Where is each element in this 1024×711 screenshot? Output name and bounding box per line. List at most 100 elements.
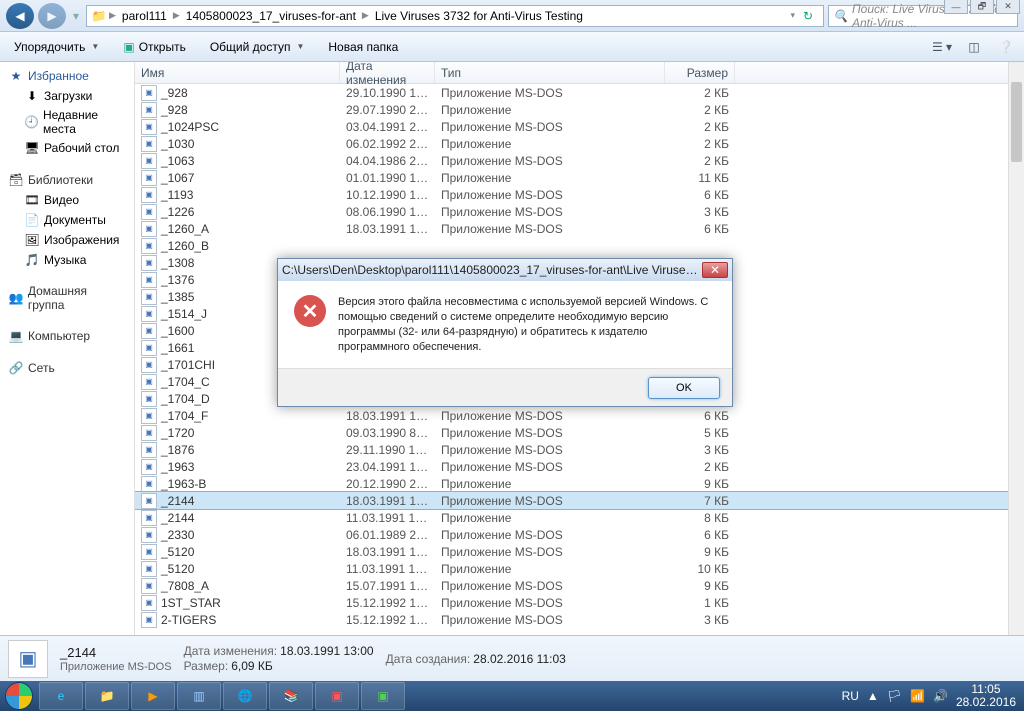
file-row[interactable]: ▣_187629.11.1990 18:53Приложение MS-DOS3… bbox=[135, 441, 1024, 458]
file-row[interactable]: ▣_122608.06.1990 10:36Приложение MS-DOS3… bbox=[135, 203, 1024, 220]
start-button[interactable] bbox=[0, 681, 38, 711]
open-button[interactable]: ▣Открыть bbox=[115, 37, 193, 57]
sidebar-item-music[interactable]: 🎵Музыка bbox=[0, 250, 134, 270]
sidebar-item-documents[interactable]: 📄Документы bbox=[0, 210, 134, 230]
downloads-icon: ⬇ bbox=[24, 88, 40, 104]
crumb-parol111[interactable]: parol111 bbox=[118, 9, 171, 23]
tray-lang[interactable]: RU bbox=[842, 689, 859, 703]
file-name: _1063 bbox=[161, 154, 194, 168]
file-type: Приложение MS-DOS bbox=[435, 426, 665, 440]
maximize-button[interactable]: 🗗 bbox=[970, 0, 994, 14]
file-row[interactable]: ▣_1260_B bbox=[135, 237, 1024, 254]
organize-button[interactable]: Упорядочить▼ bbox=[6, 37, 107, 57]
column-name[interactable]: Имя bbox=[135, 62, 340, 83]
file-name: _1193 bbox=[161, 188, 193, 202]
column-type[interactable]: Тип bbox=[435, 62, 665, 83]
nav-history-dropdown[interactable]: ▾ bbox=[70, 3, 82, 29]
file-row[interactable]: ▣_196323.04.1991 19:27Приложение MS-DOS2… bbox=[135, 458, 1024, 475]
back-button[interactable]: ◀ bbox=[6, 3, 34, 29]
tray-volume-icon[interactable]: 🔊 bbox=[933, 689, 948, 703]
exe-icon: ▣ bbox=[141, 357, 157, 373]
ok-button[interactable]: OK bbox=[648, 377, 720, 399]
refresh-button[interactable]: ↻ bbox=[797, 9, 819, 23]
file-row[interactable]: ▣_214411.03.1991 13:00Приложение8 КБ bbox=[135, 509, 1024, 526]
file-row[interactable]: ▣_92829.07.1990 20:23Приложение2 КБ bbox=[135, 101, 1024, 118]
scrollbar-thumb[interactable] bbox=[1011, 82, 1022, 162]
file-row[interactable]: ▣_1024PSC03.04.1991 20:04Приложение MS-D… bbox=[135, 118, 1024, 135]
computer-icon: 💻 bbox=[8, 328, 24, 344]
taskbar-ie[interactable]: e bbox=[39, 682, 83, 710]
exe-icon: ▣ bbox=[141, 85, 157, 101]
crumb-live-viruses[interactable]: Live Viruses 3732 for Anti-Virus Testing bbox=[371, 9, 587, 23]
view-options-button[interactable]: ☰ ▾ bbox=[930, 35, 954, 59]
file-row[interactable]: ▣_103006.02.1992 21:03Приложение2 КБ bbox=[135, 135, 1024, 152]
column-date[interactable]: Дата изменения bbox=[340, 62, 435, 83]
forward-button[interactable]: ▶ bbox=[38, 3, 66, 29]
minimize-button[interactable]: — bbox=[944, 0, 968, 14]
file-row[interactable]: ▣_92829.10.1990 12:24Приложение MS-DOS2 … bbox=[135, 84, 1024, 101]
exe-icon: ▣ bbox=[141, 561, 157, 577]
help-button[interactable]: ❔ bbox=[994, 35, 1018, 59]
file-name: _1024PSC bbox=[161, 120, 219, 134]
file-row[interactable]: ▣_233006.01.1989 20:27Приложение MS-DOS6… bbox=[135, 526, 1024, 543]
crumb-archive[interactable]: 1405800023_17_viruses-for-ant bbox=[182, 9, 360, 23]
sidebar-item-recent[interactable]: 🕘Недавние места bbox=[0, 106, 134, 138]
preview-pane-button[interactable]: ◫ bbox=[962, 35, 986, 59]
file-row[interactable]: ▣_1260_A18.03.1991 13:01Приложение MS-DO… bbox=[135, 220, 1024, 237]
app-icon: ▣ bbox=[331, 689, 342, 703]
file-size: 9 КБ bbox=[665, 477, 735, 491]
file-size: 3 КБ bbox=[665, 613, 735, 627]
file-row[interactable]: ▣_1704_F18.03.1991 13:00Приложение MS-DO… bbox=[135, 407, 1024, 424]
tray-network-icon[interactable]: 📶 bbox=[910, 689, 925, 703]
close-window-button[interactable]: ✕ bbox=[996, 0, 1020, 14]
file-row[interactable]: ▣_1963-B20.12.1990 22:20Приложение9 КБ bbox=[135, 475, 1024, 492]
taskbar-app1[interactable]: ▥ bbox=[177, 682, 221, 710]
breadcrumb[interactable]: 📁 ▶ parol111▶ 1405800023_17_viruses-for-… bbox=[86, 5, 824, 27]
file-row[interactable]: ▣_119310.12.1990 10:25Приложение MS-DOS6… bbox=[135, 186, 1024, 203]
file-row[interactable]: ▣_512011.03.1991 13:00Приложение10 КБ bbox=[135, 560, 1024, 577]
scrollbar[interactable] bbox=[1008, 62, 1024, 635]
file-type: Приложение bbox=[435, 477, 665, 491]
folder-icon: 📁 bbox=[91, 8, 107, 24]
tray-chevron-icon[interactable]: ▲ bbox=[867, 689, 879, 703]
file-row[interactable]: ▣1ST_STAR15.12.1992 14:11Приложение MS-D… bbox=[135, 594, 1024, 611]
desktop-icon: 🖥 bbox=[24, 140, 40, 156]
tray-flag-icon[interactable]: 🏳 bbox=[887, 689, 902, 703]
sidebar-item-desktop[interactable]: 🖥Рабочий стол bbox=[0, 138, 134, 158]
app-icon: ▣ bbox=[377, 689, 388, 703]
share-button[interactable]: Общий доступ▼ bbox=[202, 37, 313, 57]
file-row[interactable]: ▣_106701.01.1990 1:06Приложение11 КБ bbox=[135, 169, 1024, 186]
file-row[interactable]: ▣_172009.03.1990 8:48Приложение MS-DOS5 … bbox=[135, 424, 1024, 441]
taskbar-app3[interactable]: ▣ bbox=[361, 682, 405, 710]
sidebar-favorites[interactable]: ★Избранное bbox=[0, 66, 134, 86]
taskbar-wmp[interactable]: ▶ bbox=[131, 682, 175, 710]
sidebar-item-pictures[interactable]: 🖼Изображения bbox=[0, 230, 134, 250]
file-date: 15.12.1992 14:11 bbox=[340, 596, 435, 610]
new-folder-button[interactable]: Новая папка bbox=[320, 37, 406, 57]
tray-clock[interactable]: 11:05 28.02.2016 bbox=[956, 683, 1016, 709]
chrome-icon: 🌐 bbox=[238, 689, 253, 703]
dialog-close-button[interactable]: ✕ bbox=[702, 262, 728, 278]
exe-icon: ▣ bbox=[141, 527, 157, 543]
sidebar-libraries[interactable]: 🗃Библиотеки bbox=[0, 170, 134, 190]
file-type: Приложение bbox=[435, 562, 665, 576]
taskbar-app2[interactable]: ▣ bbox=[315, 682, 359, 710]
breadcrumb-dropdown[interactable]: ▾ bbox=[790, 10, 795, 21]
sidebar-homegroup[interactable]: 👥Домашняя группа bbox=[0, 282, 134, 314]
details-created-label: Дата создания: bbox=[386, 652, 471, 666]
file-type: Приложение MS-DOS bbox=[435, 188, 665, 202]
sidebar-item-video[interactable]: 🎞Видео bbox=[0, 190, 134, 210]
sidebar-computer[interactable]: 💻Компьютер bbox=[0, 326, 134, 346]
taskbar: e 📁 ▶ ▥ 🌐 📚 ▣ ▣ RU ▲ 🏳 📶 🔊 11:05 28.02.2… bbox=[0, 681, 1024, 711]
column-size[interactable]: Размер bbox=[665, 62, 735, 83]
file-row[interactable]: ▣_106304.04.1986 23:45Приложение MS-DOS2… bbox=[135, 152, 1024, 169]
sidebar-item-downloads[interactable]: ⬇Загрузки bbox=[0, 86, 134, 106]
file-row[interactable]: ▣2-TIGERS15.12.1992 14:11Приложение MS-D… bbox=[135, 611, 1024, 628]
file-row[interactable]: ▣_214418.03.1991 13:00Приложение MS-DOS7… bbox=[135, 492, 1024, 509]
sidebar-network[interactable]: 🔗Сеть bbox=[0, 358, 134, 378]
taskbar-chrome[interactable]: 🌐 bbox=[223, 682, 267, 710]
taskbar-explorer[interactable]: 📁 bbox=[85, 682, 129, 710]
file-row[interactable]: ▣_7808_A15.07.1991 12:57Приложение MS-DO… bbox=[135, 577, 1024, 594]
taskbar-winrar[interactable]: 📚 bbox=[269, 682, 313, 710]
file-row[interactable]: ▣_512018.03.1991 13:00Приложение MS-DOS9… bbox=[135, 543, 1024, 560]
